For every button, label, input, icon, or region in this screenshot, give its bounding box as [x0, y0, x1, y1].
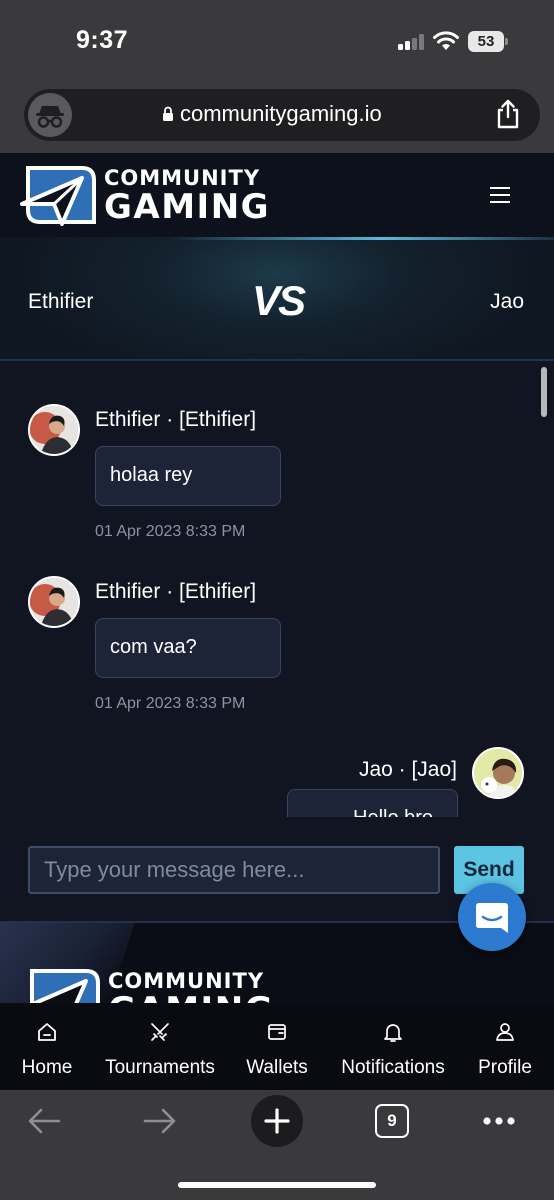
logo-text-gaming: GAMING: [104, 187, 271, 227]
private-browsing-icon[interactable]: [28, 93, 72, 137]
battery-icon: 53: [468, 31, 508, 52]
avatar[interactable]: [28, 576, 80, 628]
more-icon[interactable]: [482, 1116, 516, 1126]
menu-icon[interactable]: [490, 187, 510, 203]
nav-label: Home: [21, 1057, 73, 1078]
nav-label: Profile: [478, 1057, 532, 1078]
ios-status-bar: 9:37 53: [0, 0, 554, 84]
nav-tournaments[interactable]: Tournaments: [96, 1003, 224, 1090]
home-indicator[interactable]: [178, 1182, 376, 1188]
status-time: 9:37: [76, 26, 129, 54]
message-bubble: Hello bro: [287, 789, 458, 817]
avatar[interactable]: [472, 747, 524, 799]
forward-arrow-icon[interactable]: [142, 1106, 178, 1136]
footer-logo[interactable]: COMMUNITY GAMING: [24, 967, 274, 1003]
message-sender: Jao · [Jao]: [358, 758, 457, 781]
logo-mark-icon: [20, 166, 96, 226]
match-banner: Ethifier VS Jao: [0, 237, 554, 361]
vs-label: VS: [252, 277, 306, 324]
nav-notifications[interactable]: Notifications: [330, 1003, 456, 1090]
url-display[interactable]: communitygaming.io: [162, 101, 382, 127]
swords-icon: [151, 1023, 169, 1041]
browser-toolbar: 9: [0, 1090, 554, 1200]
nav-profile[interactable]: Profile: [468, 1003, 542, 1090]
cellular-signal-icon: [398, 34, 426, 50]
logo-text-gaming: GAMING: [108, 990, 274, 1003]
site-header: COMMUNITY GAMING: [0, 153, 554, 237]
player-right-name[interactable]: Jao: [490, 290, 524, 314]
message-timestamp: 01 Apr 2023 8:33 PM: [95, 695, 246, 712]
message-sender: Ethifier · [Ethifier]: [95, 408, 257, 431]
nav-label: Tournaments: [105, 1057, 215, 1078]
nav-wallets[interactable]: Wallets: [236, 1003, 318, 1090]
message-bubble: holaa rey: [95, 446, 281, 506]
wifi-icon: [433, 31, 459, 50]
tabs-button[interactable]: 9: [375, 1104, 409, 1138]
message-bubble: com vaa?: [95, 618, 281, 678]
nav-label: Notifications: [341, 1057, 445, 1078]
bell-icon: [384, 1024, 402, 1042]
plus-icon: [264, 1108, 290, 1134]
wallet-icon: [268, 1024, 286, 1040]
user-icon: [496, 1023, 514, 1041]
nav-home[interactable]: Home: [8, 1003, 86, 1090]
web-page: COMMUNITY GAMING Ethifier VS Jao Ethifie…: [0, 153, 554, 1003]
site-logo[interactable]: COMMUNITY GAMING: [20, 164, 270, 230]
support-chat-button[interactable]: [458, 883, 526, 951]
message-input[interactable]: [28, 846, 440, 894]
avatar[interactable]: [28, 404, 80, 456]
message-timestamp: 01 Apr 2023 8:33 PM: [95, 523, 246, 540]
url-text: communitygaming.io: [180, 101, 382, 126]
scrollbar[interactable]: [541, 367, 547, 417]
home-icon: [38, 1023, 56, 1041]
chat-messages[interactable]: Ethifier · [Ethifier] holaa rey 01 Apr 2…: [0, 361, 554, 817]
logo-mark-icon: [30, 969, 100, 1003]
new-tab-button[interactable]: [251, 1095, 303, 1147]
lock-icon: [163, 106, 173, 121]
nav-label: Wallets: [246, 1057, 308, 1078]
battery-level: 53: [468, 31, 504, 52]
chat-bubble-icon: [476, 903, 508, 933]
address-bar[interactable]: communitygaming.io: [24, 89, 540, 141]
bottom-navigation: Home Tournaments Wallets Notifications P…: [0, 1003, 554, 1090]
share-icon[interactable]: [494, 98, 522, 130]
back-arrow-icon[interactable]: [26, 1106, 62, 1136]
message-sender: Ethifier · [Ethifier]: [95, 580, 257, 603]
player-left-name[interactable]: Ethifier: [28, 290, 93, 314]
